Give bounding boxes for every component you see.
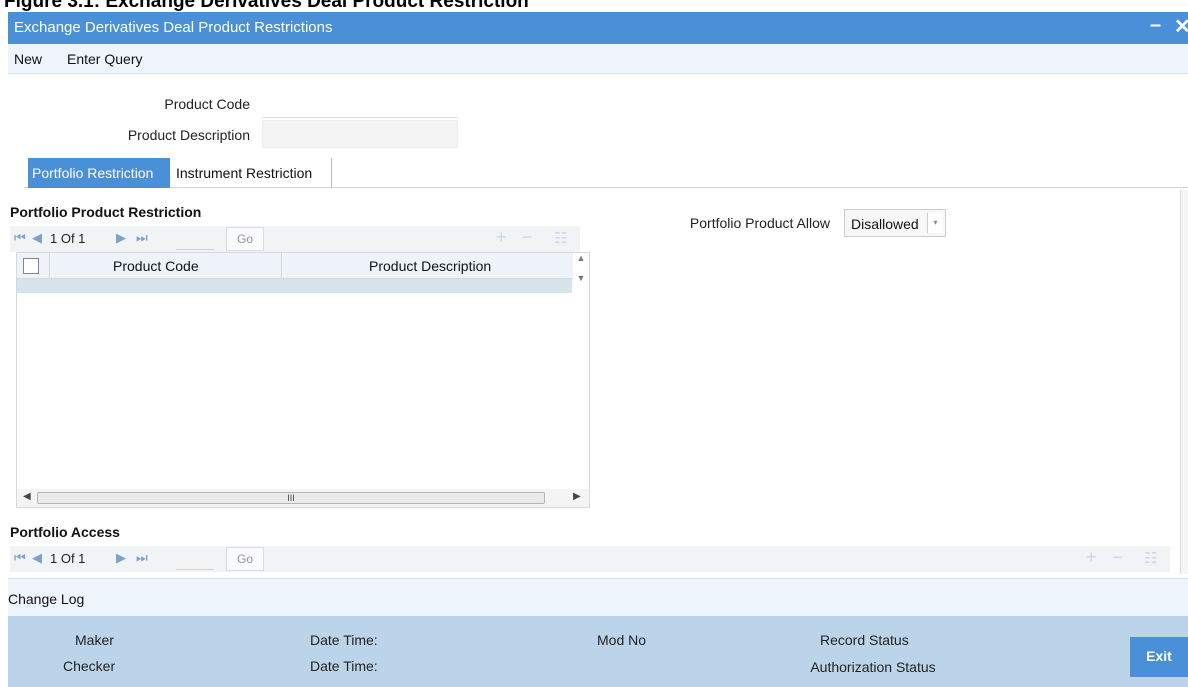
- add-row-icon[interactable]: +: [496, 227, 507, 248]
- grid-vertical-scrollbar[interactable]: ▲ ▼: [573, 253, 589, 293]
- product-code-input[interactable]: [262, 90, 458, 118]
- chevron-down-icon[interactable]: ▾: [927, 213, 943, 233]
- authorization-status-label: Authorization Status: [810, 659, 936, 675]
- page-indicator: 1 Of 1: [50, 551, 86, 566]
- delete-row-icon[interactable]: −: [1112, 547, 1123, 568]
- close-icon[interactable]: ✕: [1174, 14, 1188, 39]
- table-row[interactable]: [17, 279, 572, 293]
- tab-instrument-restriction[interactable]: Instrument Restriction: [172, 158, 332, 188]
- minimize-icon[interactable]: –: [1150, 14, 1161, 37]
- column-product-description[interactable]: Product Description: [369, 258, 491, 274]
- portfolio-product-allow-select[interactable]: Disallowed ▾: [844, 209, 946, 237]
- portfolio-access-pager: ⏮ ◀ 1 Of 1 ▶ ⏭ Go + − ☷: [10, 546, 1170, 572]
- first-page-icon[interactable]: ⏮: [14, 550, 26, 566]
- portfolio-product-restriction-title: Portfolio Product Restriction: [10, 204, 202, 220]
- tab-bar: Portfolio Restriction Instrument Restric…: [24, 158, 1188, 188]
- portfolio-product-allow-label: Portfolio Product Allow: [689, 215, 830, 231]
- scrollbar-thumb[interactable]: III: [37, 492, 545, 504]
- go-button[interactable]: Go: [226, 227, 264, 251]
- prev-page-icon[interactable]: ◀: [32, 230, 42, 246]
- form-content: Product Code Product Description Portfol…: [8, 74, 1188, 578]
- change-log-label[interactable]: Change Log: [8, 591, 84, 607]
- grid-header: Product Code Product Description: [17, 253, 589, 279]
- checker-date-time-label: Date Time:: [310, 658, 378, 674]
- menu-enter-query[interactable]: Enter Query: [67, 51, 142, 67]
- window-titlebar: Exchange Derivatives Deal Product Restri…: [8, 12, 1188, 44]
- portfolio-access-title: Portfolio Access: [10, 524, 120, 540]
- last-page-icon[interactable]: ⏭: [136, 550, 148, 566]
- page-indicator: 1 Of 1: [50, 231, 86, 246]
- next-page-icon[interactable]: ▶: [116, 230, 126, 246]
- maker-label: Maker: [75, 632, 114, 648]
- checker-label: Checker: [63, 658, 116, 674]
- change-log-bar: Change Log: [8, 578, 1188, 616]
- page-vertical-scrollbar[interactable]: [1180, 190, 1188, 574]
- exit-button[interactable]: Exit: [1130, 637, 1188, 677]
- menu-new[interactable]: New: [14, 51, 42, 67]
- page-number-input[interactable]: [176, 547, 214, 570]
- selected-value: Disallowed: [851, 216, 919, 232]
- select-all-checkbox[interactable]: [23, 258, 39, 274]
- next-page-icon[interactable]: ▶: [116, 550, 126, 566]
- mod-no-label: Mod No: [597, 632, 647, 648]
- first-page-icon[interactable]: ⏮: [14, 230, 26, 246]
- portfolio-product-pager: ⏮ ◀ 1 Of 1 ▶ ⏭ Go + − ☷: [10, 226, 580, 252]
- single-view-icon[interactable]: ☷: [1144, 549, 1157, 567]
- product-description-input[interactable]: [262, 120, 458, 148]
- grid-horizontal-scrollbar[interactable]: ◀ III ▶: [17, 489, 589, 507]
- last-page-icon[interactable]: ⏭: [136, 230, 148, 246]
- go-button[interactable]: Go: [226, 547, 264, 571]
- menu-bar: New Enter Query: [8, 44, 1188, 74]
- product-description-label: Product Description: [127, 127, 250, 143]
- single-view-icon[interactable]: ☷: [554, 229, 567, 247]
- maker-date-time-label: Date Time:: [310, 632, 378, 648]
- audit-footer: Maker Checker Date Time: Date Time: Mod …: [8, 616, 1188, 687]
- prev-page-icon[interactable]: ◀: [32, 550, 42, 566]
- record-status-label: Record Status: [820, 632, 909, 648]
- add-row-icon[interactable]: +: [1086, 547, 1097, 568]
- tab-portfolio-restriction[interactable]: Portfolio Restriction: [28, 158, 170, 188]
- column-product-code[interactable]: Product Code: [113, 258, 199, 274]
- delete-row-icon[interactable]: −: [522, 227, 533, 248]
- product-code-label: Product Code: [164, 96, 250, 112]
- window-title: Exchange Derivatives Deal Product Restri…: [14, 19, 333, 36]
- portfolio-product-grid: Product Code Product Description ▲ ▼ ◀ II…: [16, 252, 590, 508]
- page-number-input[interactable]: [176, 227, 214, 250]
